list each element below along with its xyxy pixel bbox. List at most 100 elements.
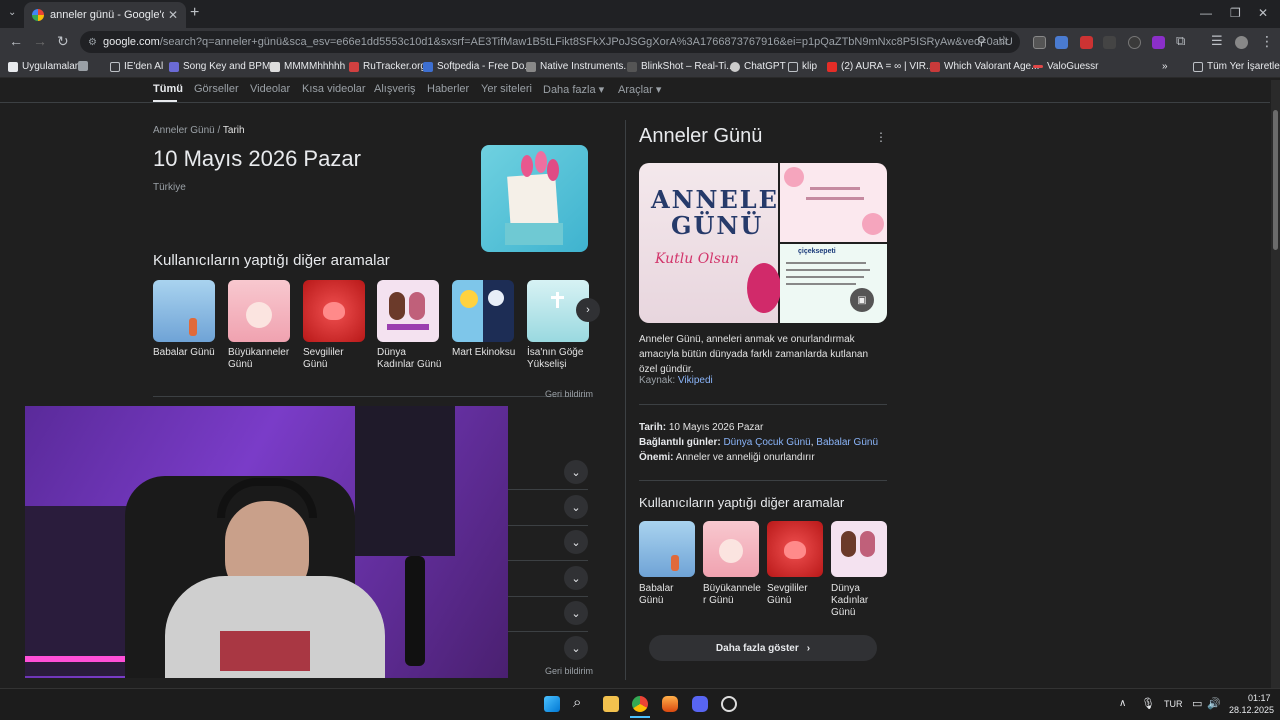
download-extension-icon[interactable] xyxy=(1103,36,1116,49)
panel-thumb-label[interactable]: Dünya Kadınlar Günü xyxy=(831,583,887,619)
expand-question-button[interactable]: ⌄ xyxy=(564,636,588,660)
address-bar[interactable]: ⚙ google.com /search?q=anneler+günü&sca_… xyxy=(80,31,1020,53)
volume-icon[interactable]: 🔊 xyxy=(1207,697,1221,710)
panel-thumb-womens-day[interactable] xyxy=(831,521,887,577)
panel-thumb-valentines-day[interactable] xyxy=(767,521,823,577)
bookmark-klip[interactable]: klip xyxy=(788,61,817,72)
bookmark-star-icon[interactable]: ☆ xyxy=(998,34,1010,48)
clock-time[interactable]: 01:17 xyxy=(1248,693,1271,703)
thumb-womens-day[interactable] xyxy=(377,280,439,342)
chrome-icon[interactable] xyxy=(632,696,648,712)
search-icon[interactable]: ⌕ xyxy=(573,694,581,711)
feedback-link[interactable]: Geri bildirim xyxy=(545,389,593,399)
fl-studio-icon[interactable] xyxy=(662,696,678,712)
bookmark-grid[interactable] xyxy=(78,61,92,71)
bookmark-chatgpt[interactable]: ChatGPT xyxy=(730,61,786,72)
carousel-next-button[interactable]: › xyxy=(576,298,600,322)
thumb-fathers-day[interactable] xyxy=(153,280,215,342)
mothers-day-card-image[interactable] xyxy=(481,145,588,252)
expand-question-button[interactable]: ⌄ xyxy=(564,566,588,590)
extensions-puzzle-icon[interactable]: ⧉ xyxy=(1176,34,1185,48)
panel-thumb-label[interactable]: Babalar Günü xyxy=(639,583,695,607)
bookmark-mmmm[interactable]: MMMMhhhhh xyxy=(270,61,345,72)
microphone-icon[interactable]: 🎙 xyxy=(1141,697,1155,710)
back-icon[interactable]: ← xyxy=(9,34,23,48)
extension-circle-icon[interactable] xyxy=(1128,36,1141,49)
thumb-label[interactable]: Sevgililer Günü xyxy=(303,347,359,371)
tab-all[interactable]: Tümü xyxy=(153,83,183,95)
feedback-link[interactable]: Geri bildirim xyxy=(545,666,593,676)
bookmark-blinkshot[interactable]: BlinkShot – Real-Ti... xyxy=(627,61,735,72)
panel-image-collage[interactable]: ANNELER GÜNÜ Kutlu Olsun çiçeksepeti ▣ xyxy=(639,163,887,323)
tab-images[interactable]: Görseller xyxy=(194,83,239,95)
tab-news[interactable]: Haberler xyxy=(427,83,469,95)
thumb-grandparents-day[interactable] xyxy=(228,280,290,342)
bookmark-softpedia[interactable]: Softpedia - Free Do... xyxy=(423,61,533,72)
tab-close-icon[interactable]: ✕ xyxy=(168,8,178,22)
thumb-label[interactable]: İsa'nın Göğe Yükselişi xyxy=(527,347,589,371)
gallery-icon[interactable]: ▣ xyxy=(850,288,874,312)
location-icon[interactable]: ⚲ xyxy=(977,34,986,48)
tab-shopping[interactable]: Alışveriş xyxy=(374,83,416,95)
tray-overflow-icon[interactable]: ∧ xyxy=(1119,698,1126,709)
tab-more[interactable]: Daha fazla ▾ xyxy=(543,83,604,96)
expand-question-button[interactable]: ⌄ xyxy=(564,460,588,484)
network-icon[interactable]: ▭ xyxy=(1192,697,1202,710)
bookmark-apps[interactable]: Uygulamalar xyxy=(8,61,78,72)
fact-link[interactable]: Babalar Günü xyxy=(816,437,878,448)
browser-tab[interactable]: anneler günü - Google'da Ara ✕ xyxy=(24,2,186,28)
breadcrumb-link[interactable]: Anneler Günü xyxy=(153,125,215,136)
bookmark-valoguessr[interactable]: ValoGuessr xyxy=(1033,61,1099,72)
menu-dots-icon[interactable]: ⋮ xyxy=(1260,34,1274,48)
site-info-icon[interactable]: ⚙ xyxy=(88,37,97,48)
translate-extension-icon[interactable] xyxy=(1055,36,1068,49)
steam-icon[interactable] xyxy=(721,696,737,712)
thumb-label[interactable]: Mart Ekinoksu xyxy=(452,347,522,359)
tab-search-icon[interactable]: ⌄ xyxy=(8,7,16,18)
extension-red-icon[interactable] xyxy=(1080,36,1093,49)
expand-question-button[interactable]: ⌄ xyxy=(564,530,588,554)
tab-videos[interactable]: Videolar xyxy=(250,83,290,95)
tab-short-videos[interactable]: Kısa videolar xyxy=(302,83,366,95)
bookmark-all[interactable]: Tüm Yer İşaretleri xyxy=(1193,61,1280,72)
bookmark-valorant-agent[interactable]: Which Valorant Age... xyxy=(930,61,1039,72)
bookmark-songkey[interactable]: Song Key and BPM... xyxy=(169,61,279,72)
panel-thumb-fathers-day[interactable] xyxy=(639,521,695,577)
scrollbar-thumb[interactable] xyxy=(1273,110,1278,250)
discord-icon[interactable] xyxy=(692,696,708,712)
thumb-label[interactable]: Büyükanneler Günü xyxy=(228,347,294,371)
panel-thumb-label[interactable]: Sevgililer Günü xyxy=(767,583,823,607)
thumb-label[interactable]: Dünya Kadınlar Günü xyxy=(377,347,443,371)
bookmark-aura[interactable]: (2) AURA = ∞ | VIR... xyxy=(827,61,934,72)
bookmarks-overflow[interactable]: » xyxy=(1162,61,1168,72)
new-tab-icon[interactable]: + xyxy=(190,5,199,21)
language-indicator[interactable]: TUR xyxy=(1164,699,1183,709)
extension-screen-icon[interactable] xyxy=(1033,36,1046,49)
show-more-button[interactable]: Daha fazla göster › xyxy=(649,635,877,661)
minimize-icon[interactable]: — xyxy=(1200,6,1212,20)
bookmark-rutracker[interactable]: RuTracker.org xyxy=(349,61,426,72)
expand-question-button[interactable]: ⌄ xyxy=(564,601,588,625)
panel-thumb-label[interactable]: Büyükanneler Günü xyxy=(703,583,761,607)
source-link[interactable]: Vikipedi xyxy=(678,375,713,386)
window-close-icon[interactable]: ✕ xyxy=(1258,6,1268,20)
windows-start-icon[interactable] xyxy=(544,696,560,712)
thumb-label[interactable]: Babalar Günü xyxy=(153,347,219,359)
fact-link[interactable]: Dünya Çocuk Günü xyxy=(723,437,810,448)
thumb-equinox[interactable] xyxy=(452,280,514,342)
panel-thumb-grandparents-day[interactable] xyxy=(703,521,759,577)
bookmark-native[interactable]: Native Instruments... xyxy=(526,61,632,72)
clock-date[interactable]: 28.12.2025 xyxy=(1229,705,1274,715)
panel-more-icon[interactable]: ⋮ xyxy=(875,130,887,144)
bookmark-ie[interactable]: IE'den Al xyxy=(110,61,163,72)
restore-icon[interactable]: ❐ xyxy=(1230,6,1241,20)
tab-tools[interactable]: Araçlar ▾ xyxy=(618,83,661,96)
tab-sites[interactable]: Yer siteleri xyxy=(481,83,532,95)
reload-icon[interactable]: ↻ xyxy=(57,34,69,48)
reading-list-icon[interactable]: ☰ xyxy=(1211,34,1223,48)
file-explorer-icon[interactable] xyxy=(603,696,619,712)
profile-avatar[interactable] xyxy=(1235,36,1248,49)
extension-purple-icon[interactable] xyxy=(1152,36,1165,49)
forward-icon[interactable]: → xyxy=(33,34,47,48)
thumb-valentines-day[interactable] xyxy=(303,280,365,342)
